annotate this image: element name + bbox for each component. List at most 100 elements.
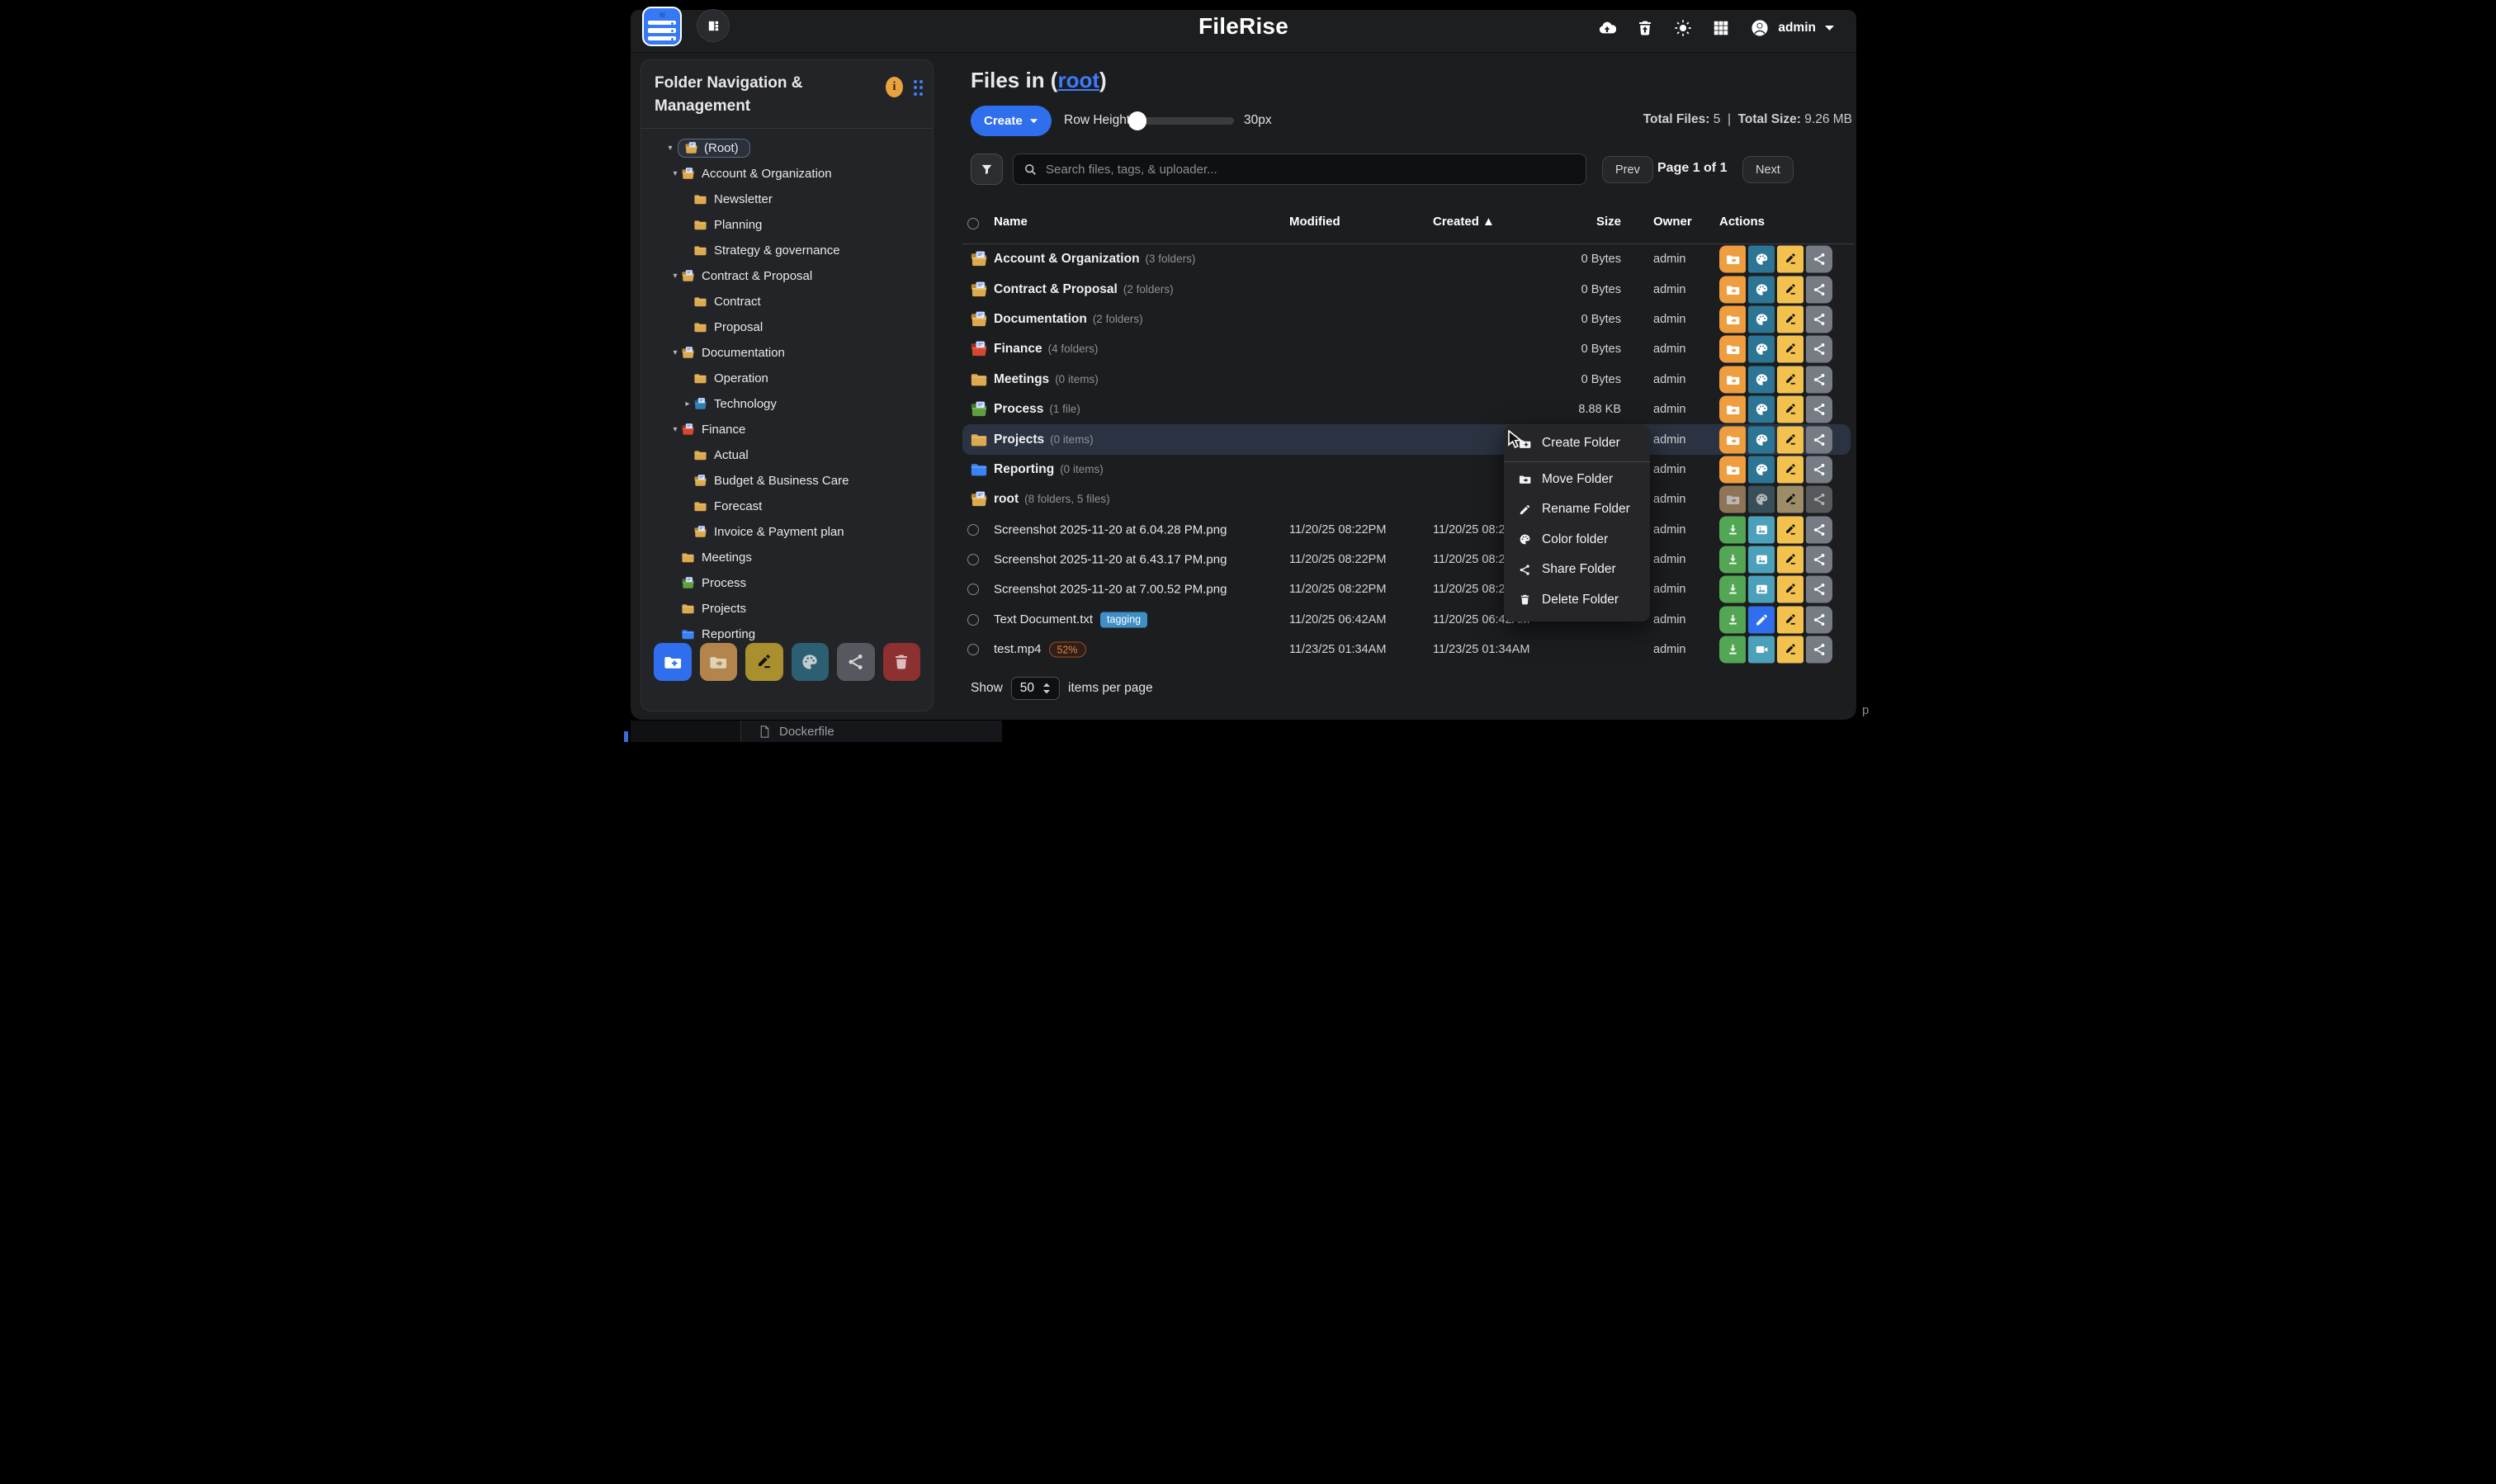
tree-caret-icon[interactable]: ▾ xyxy=(669,272,681,281)
rename-folder-button[interactable] xyxy=(1777,246,1803,273)
download-button[interactable] xyxy=(1719,516,1746,543)
row-name[interactable]: root(8 folders, 5 files) xyxy=(994,492,1110,507)
table-row[interactable]: root(8 folders, 5 files)admin xyxy=(962,484,1854,514)
color-folder-button[interactable] xyxy=(1748,366,1775,393)
column-modified[interactable]: Modified xyxy=(1289,215,1340,229)
rename-folder-button[interactable] xyxy=(1777,456,1803,483)
rename-folder-button[interactable] xyxy=(1777,305,1803,333)
share-folder-button[interactable] xyxy=(1806,426,1832,453)
rename-folder-button[interactable] xyxy=(1777,426,1803,453)
color-folder-button[interactable] xyxy=(792,643,830,681)
trash-restore-icon[interactable] xyxy=(1636,19,1654,37)
delete-folder-button[interactable] xyxy=(883,643,921,681)
next-page-button[interactable]: Next xyxy=(1742,156,1794,183)
tree-item[interactable]: Process xyxy=(641,570,933,596)
tree-item[interactable]: Contract xyxy=(641,289,933,314)
row-name[interactable]: Screenshot 2025-11-20 at 6.04.28 PM.png xyxy=(994,522,1227,536)
rename-file-button[interactable] xyxy=(1777,516,1803,543)
tree-item[interactable]: Proposal xyxy=(641,314,933,340)
tree-item[interactable]: Invoice & Payment plan xyxy=(641,519,933,545)
color-folder-button[interactable] xyxy=(1748,336,1775,363)
share-folder-button[interactable] xyxy=(1806,486,1832,513)
rename-folder-button[interactable] xyxy=(745,643,783,681)
slider-thumb[interactable] xyxy=(1128,111,1146,130)
move-folder-button[interactable] xyxy=(1719,486,1746,513)
share-file-button[interactable] xyxy=(1806,636,1832,664)
tree-item[interactable]: ▾Documentation xyxy=(641,340,933,366)
tree-caret-icon[interactable]: ▾ xyxy=(669,348,681,357)
move-folder-button[interactable] xyxy=(1719,456,1746,483)
row-name[interactable]: Documentation(2 folders) xyxy=(994,312,1143,327)
color-folder-button[interactable] xyxy=(1748,276,1775,303)
tree-caret-icon[interactable]: ▾ xyxy=(664,144,676,153)
tree-item[interactable]: Budget & Business Care xyxy=(641,468,933,494)
rename-folder-button[interactable] xyxy=(1777,366,1803,393)
row-name[interactable]: Contract & Proposal(2 folders) xyxy=(994,282,1174,297)
move-folder-button[interactable] xyxy=(1719,396,1746,423)
share-folder-button[interactable] xyxy=(1806,396,1832,423)
rename-file-button[interactable] xyxy=(1777,576,1803,603)
color-folder-button[interactable] xyxy=(1748,426,1775,453)
color-folder-button[interactable] xyxy=(1748,396,1775,423)
share-folder-button[interactable] xyxy=(1806,276,1832,303)
tree-item[interactable]: ▾Contract & Proposal xyxy=(641,263,933,289)
tree-item[interactable]: Actual xyxy=(641,442,933,468)
table-row[interactable]: Account & Organization(3 folders)0 Bytes… xyxy=(962,244,1854,274)
row-name[interactable]: Screenshot 2025-11-20 at 7.00.52 PM.png xyxy=(994,583,1227,597)
tag-badge[interactable]: tagging xyxy=(1100,612,1147,627)
share-folder-button[interactable] xyxy=(1806,366,1832,393)
rename-file-button[interactable] xyxy=(1777,546,1803,574)
share-folder-button[interactable] xyxy=(1806,305,1832,333)
tree-caret-icon[interactable]: ▸ xyxy=(682,399,693,409)
row-checkbox[interactable] xyxy=(967,644,979,655)
rename-folder-button[interactable] xyxy=(1777,276,1803,303)
rename-folder-button[interactable] xyxy=(1777,486,1803,513)
select-all-checkbox[interactable] xyxy=(967,218,979,229)
color-folder-button[interactable] xyxy=(1748,305,1775,333)
row-name[interactable]: test.mp452% xyxy=(994,642,1086,658)
move-folder-button[interactable] xyxy=(1719,276,1746,303)
table-row[interactable]: Finance(4 folders)0 Bytesadmin xyxy=(962,334,1854,364)
drag-handle-icon[interactable] xyxy=(914,80,924,96)
create-folder-button[interactable] xyxy=(654,643,692,681)
table-row[interactable]: test.mp452%11/23/25 01:34AM11/23/25 01:3… xyxy=(962,635,1854,664)
tree-item[interactable]: Newsletter xyxy=(641,187,933,212)
menu-item-move-folder[interactable]: Move Folder xyxy=(1504,465,1650,495)
row-checkbox[interactable] xyxy=(967,554,979,565)
edit-file-button[interactable] xyxy=(1748,606,1775,633)
column-name[interactable]: Name xyxy=(994,215,1028,229)
table-row[interactable]: Meetings(0 items)0 Bytesadmin xyxy=(962,365,1854,395)
row-name[interactable]: Projects(0 items) xyxy=(994,432,1094,447)
tree-item[interactable]: ▾Finance xyxy=(641,417,933,442)
preview-image-button[interactable] xyxy=(1748,516,1775,543)
tree-item[interactable]: ▾(Root) xyxy=(641,135,933,161)
row-name[interactable]: Finance(4 folders) xyxy=(994,342,1098,357)
preview-video-button[interactable] xyxy=(1748,636,1775,664)
share-folder-button[interactable] xyxy=(837,643,875,681)
move-folder-button[interactable] xyxy=(1719,366,1746,393)
root-link[interactable]: root xyxy=(1057,68,1099,92)
table-row[interactable]: Documentation(2 folders)0 Bytesadmin xyxy=(962,305,1854,334)
table-row[interactable]: Process(1 file)8.88 KBadmin xyxy=(962,395,1854,424)
menu-item-share-folder[interactable]: Share Folder xyxy=(1504,555,1650,585)
share-folder-button[interactable] xyxy=(1806,246,1832,273)
menu-item-delete-folder[interactable]: Delete Folder xyxy=(1504,585,1650,616)
row-checkbox[interactable] xyxy=(967,614,979,626)
prev-page-button[interactable]: Prev xyxy=(1602,156,1653,183)
row-checkbox[interactable] xyxy=(967,584,979,595)
move-folder-button[interactable] xyxy=(1719,426,1746,453)
color-folder-button[interactable] xyxy=(1748,456,1775,483)
tree-item[interactable]: Strategy & governance xyxy=(641,238,933,263)
tree-item[interactable]: Meetings xyxy=(641,545,933,570)
row-name[interactable]: Screenshot 2025-11-20 at 6.43.17 PM.png xyxy=(994,553,1227,567)
row-name[interactable]: Text Document.txttagging xyxy=(994,612,1147,627)
row-checkbox[interactable] xyxy=(967,524,979,536)
share-file-button[interactable] xyxy=(1806,576,1832,603)
menu-item-color-folder[interactable]: Color folder xyxy=(1504,525,1650,555)
tree-item[interactable]: Projects xyxy=(641,596,933,621)
table-row[interactable]: Screenshot 2025-11-20 at 7.00.52 PM.png1… xyxy=(962,574,1854,604)
column-owner[interactable]: Owner xyxy=(1653,215,1692,229)
table-row[interactable]: Text Document.txttagging11/20/25 06:42AM… xyxy=(962,605,1854,635)
download-button[interactable] xyxy=(1719,606,1746,633)
preview-image-button[interactable] xyxy=(1748,576,1775,603)
